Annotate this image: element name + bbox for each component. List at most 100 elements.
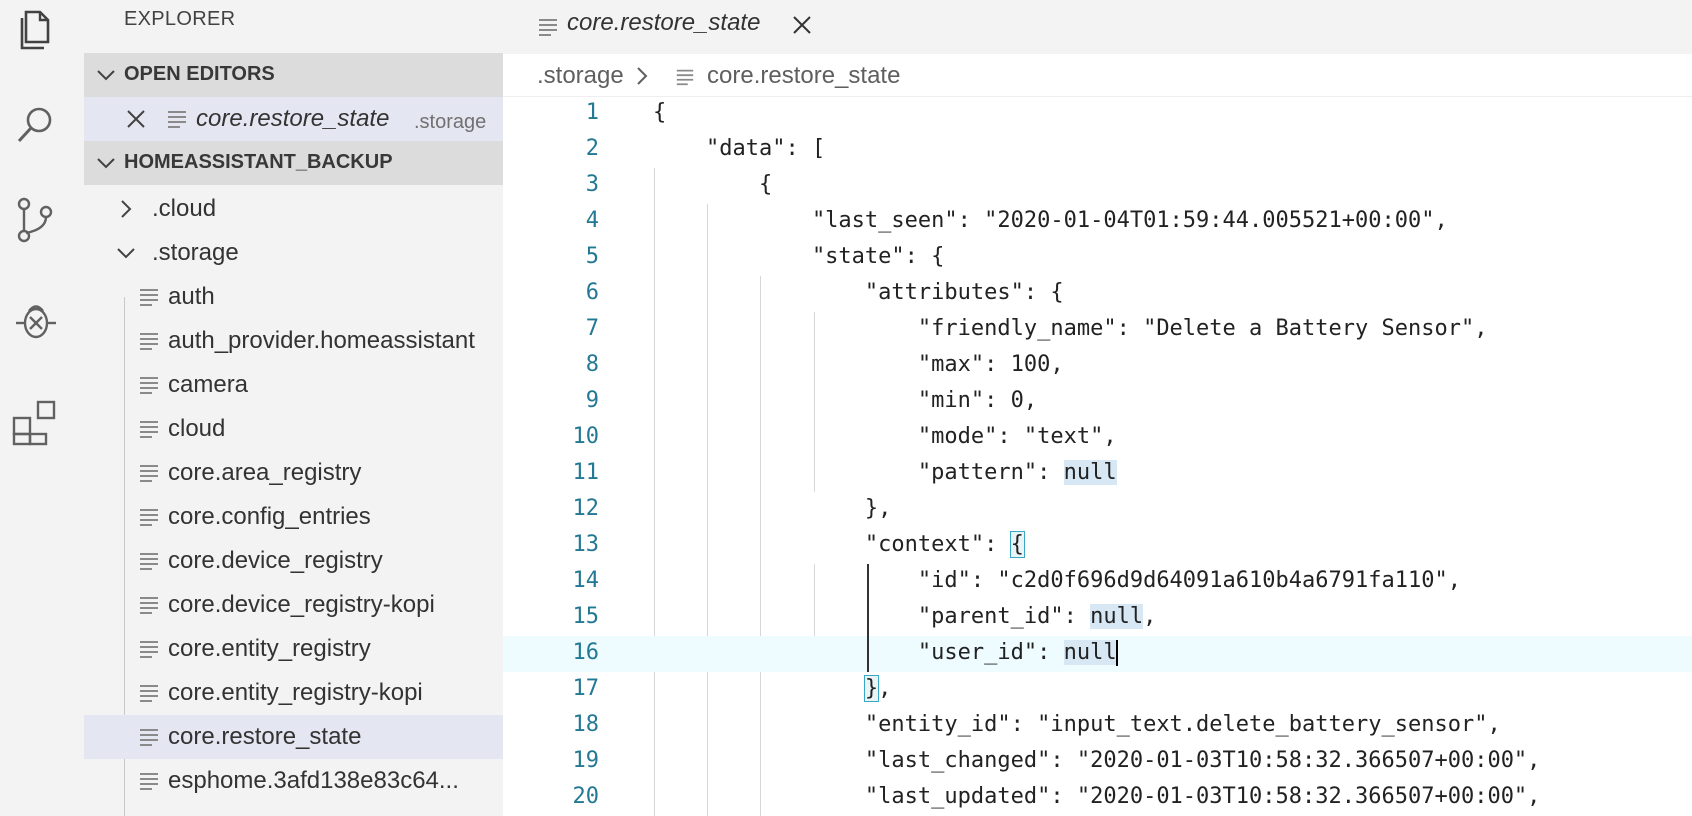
line-number: 11 — [572, 460, 600, 485]
code-text: "data": [ — [653, 136, 826, 161]
tree-file-label: core.entity_registry-kopi — [168, 679, 423, 706]
code-line[interactable]: 4 "last_seen": "2020-01-04T01:59:44.0055… — [503, 204, 1692, 240]
tree-file-label: esphome.3afd138e83c64... — [168, 767, 459, 794]
code-line[interactable]: 9 "min": 0, — [503, 384, 1692, 420]
search-icon[interactable] — [12, 100, 60, 148]
code-line[interactable]: 5 "state": { — [503, 240, 1692, 276]
open-editor-filename: core.restore_state — [196, 105, 390, 132]
code-line[interactable]: 20 "last_updated": "2020-01-03T10:58:32.… — [503, 780, 1692, 816]
code-line[interactable]: 17 }, — [503, 672, 1692, 708]
code-text: "last_updated": "2020-01-03T10:58:32.366… — [653, 784, 1541, 809]
code-line[interactable]: 8 "max": 100, — [503, 348, 1692, 384]
open-editor-folder: .storage — [414, 111, 487, 133]
code-line[interactable]: 19 "last_changed": "2020-01-03T10:58:32.… — [503, 744, 1692, 780]
code-area[interactable]: 1{2 "data": [3 {4 "last_seen": "2020-01-… — [503, 96, 1692, 816]
workspace-label: HOMEASSISTANT_BACKUP — [124, 151, 393, 173]
tree-file[interactable]: camera — [84, 363, 503, 407]
tree-file[interactable]: core.config_entries — [84, 495, 503, 539]
tree-file[interactable]: core.device_registry-kopi — [84, 583, 503, 627]
line-number: 9 — [585, 388, 599, 413]
breadcrumb-folder[interactable]: .storage — [537, 62, 624, 90]
line-number: 7 — [585, 316, 599, 341]
code-text: "friendly_name": "Delete a Battery Senso… — [653, 316, 1488, 341]
tree-file-label: auth_provider.homeassistant — [168, 327, 475, 354]
tree-file-label: camera — [168, 371, 249, 398]
code-text: "state": { — [653, 244, 945, 269]
line-number: 1 — [585, 100, 599, 125]
tree-file[interactable]: core.entity_registry — [84, 627, 503, 671]
extensions-icon[interactable] — [12, 398, 60, 446]
highlighted-token: null — [1063, 640, 1117, 665]
line-number: 18 — [572, 712, 600, 737]
tree-file[interactable]: core.area_registry — [84, 451, 503, 495]
code-line[interactable]: 3 { — [503, 168, 1692, 204]
tree-file-active[interactable]: core.restore_state — [84, 715, 503, 759]
code-line[interactable]: 16 "user_id": null — [503, 636, 1692, 672]
line-number: 6 — [585, 280, 599, 305]
code-line[interactable]: 12 }, — [503, 492, 1692, 528]
tree-file[interactable]: auth — [84, 275, 503, 319]
debug-icon[interactable] — [12, 296, 60, 344]
tree-file-label: core.device_registry — [168, 547, 383, 574]
code-line[interactable]: 1{ — [503, 96, 1692, 132]
code-text: "last_changed": "2020-01-03T10:58:32.366… — [653, 748, 1541, 773]
code-line[interactable]: 14 "id": "c2d0f696d9d64091a610b4a6791fa1… — [503, 564, 1692, 600]
file-lines-icon — [140, 729, 158, 746]
code-line[interactable]: 6 "attributes": { — [503, 276, 1692, 312]
code-line[interactable]: 10 "mode": "text", — [503, 420, 1692, 456]
workspace-header[interactable]: HOMEASSISTANT_BACKUP — [84, 141, 503, 185]
tab-core-restore-state[interactable]: core.restore_state — [503, 0, 830, 54]
tree-file[interactable]: core.device_registry — [84, 539, 503, 583]
files-icon[interactable] — [12, 6, 60, 54]
line-number: 5 — [585, 244, 599, 269]
chevron-right-icon — [637, 67, 648, 85]
breadcrumb: .storage core.restore_state — [503, 54, 1692, 97]
code-line[interactable]: 15 "parent_id": null, — [503, 600, 1692, 636]
file-lines-icon — [140, 465, 158, 482]
tree-file-label: core.entity_registry — [168, 635, 371, 662]
text-cursor — [1115, 640, 1118, 666]
line-number: 13 — [572, 532, 600, 557]
code-text: "parent_id": null, — [653, 604, 1156, 629]
source-control-icon[interactable] — [12, 196, 60, 244]
tree-file[interactable]: auth_provider.homeassistant — [84, 319, 503, 363]
tree-file[interactable]: esphome.3afd138e83c64... — [84, 759, 503, 803]
line-number: 20 — [572, 784, 600, 809]
tree-file[interactable]: cloud — [84, 407, 503, 451]
close-icon[interactable] — [787, 10, 817, 40]
close-icon[interactable] — [124, 107, 148, 131]
code-line[interactable]: 11 "pattern": null — [503, 456, 1692, 492]
code-token: "pattern": — [653, 460, 1064, 485]
code-text: "user_id": null — [653, 640, 1118, 666]
code-line[interactable]: 7 "friendly_name": "Delete a Battery Sen… — [503, 312, 1692, 348]
tree-file[interactable]: core.entity_registry-kopi — [84, 671, 503, 715]
code-token: "user_id": — [653, 640, 1064, 665]
code-line[interactable]: 2 "data": [ — [503, 132, 1692, 168]
activity-bar — [0, 0, 84, 816]
file-lines-icon — [140, 773, 158, 790]
file-lines-icon — [140, 333, 158, 350]
file-lines-icon — [140, 685, 158, 702]
code-token: "context": — [653, 532, 1011, 557]
open-editor-item[interactable]: core.restore_state .storage — [84, 97, 503, 141]
file-lines-icon — [140, 421, 158, 438]
tree-folder-storage[interactable]: .storage — [84, 231, 503, 275]
code-line[interactable]: 18 "entity_id": "input_text.delete_batte… — [503, 708, 1692, 744]
code-text: }, — [653, 675, 891, 702]
tree-folder-label: .storage — [152, 239, 239, 266]
editor: core.restore_state .storage core.restore… — [503, 0, 1692, 816]
code-line[interactable]: 13 "context": { — [503, 528, 1692, 564]
open-editors-header[interactable]: OPEN EDITORS — [84, 53, 503, 97]
tree-file-label: core.restore_state — [168, 723, 362, 750]
tree-file-label: core.config_entries — [168, 503, 371, 530]
file-lines-icon — [140, 509, 158, 526]
breadcrumb-file[interactable]: core.restore_state — [707, 62, 900, 90]
line-number: 2 — [585, 136, 599, 161]
line-number: 10 — [572, 424, 600, 449]
tree-file-label: core.area_registry — [168, 459, 362, 486]
tree-folder-cloud[interactable]: .cloud — [84, 187, 503, 231]
explorer-title: EXPLORER — [124, 8, 236, 30]
code-text: "mode": "text", — [653, 424, 1117, 449]
tab-bar: core.restore_state — [503, 0, 1692, 54]
code-text: "context": { — [653, 531, 1025, 558]
